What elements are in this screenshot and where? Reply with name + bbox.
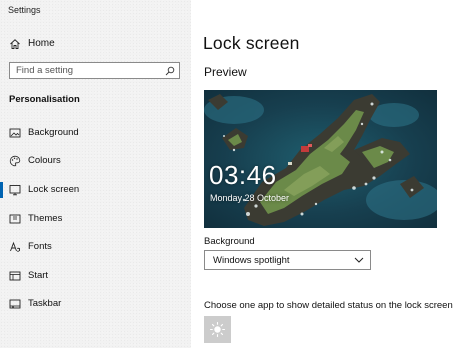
sidebar-item-label: Start: [28, 270, 49, 281]
background-dropdown[interactable]: Windows spotlight: [204, 250, 371, 270]
taskbar-icon: [9, 299, 21, 309]
brightness-icon: [209, 321, 226, 338]
search-input[interactable]: [16, 64, 161, 77]
sidebar-item-background[interactable]: Background: [0, 122, 191, 144]
sidebar-item-themes[interactable]: Themes: [0, 208, 191, 230]
detailed-status-label: Choose one app to show detailed status o…: [204, 300, 453, 311]
sidebar-item-home[interactable]: Home: [0, 34, 191, 54]
selected-indicator: [0, 182, 3, 198]
sidebar-item-colours[interactable]: Colours: [0, 150, 191, 172]
search-box[interactable]: [9, 62, 180, 79]
home-icon: [10, 39, 20, 49]
start-icon: [9, 271, 21, 281]
brush-icon: [9, 214, 21, 224]
background-label: Background: [204, 236, 255, 247]
lock-screen-icon: [9, 185, 21, 196]
search-icon[interactable]: [165, 66, 175, 76]
chevron-down-icon: [354, 257, 364, 263]
sidebar-item-label: Background: [28, 127, 79, 138]
sidebar-item-label: Fonts: [28, 241, 52, 252]
sidebar-item-label: Colours: [28, 155, 61, 166]
sidebar-item-taskbar[interactable]: Taskbar: [0, 293, 191, 315]
sidebar-item-lock-screen[interactable]: Lock screen: [0, 179, 191, 201]
page-title: Lock screen: [203, 33, 300, 53]
preview-label: Preview: [204, 65, 247, 79]
font-icon: [10, 241, 20, 252]
section-heading: Personalisation: [9, 94, 80, 105]
sidebar-item-label: Lock screen: [28, 184, 80, 195]
lock-clock: 03:46: [209, 160, 277, 190]
lock-date: Monday 28 October: [210, 193, 290, 203]
lock-screen-preview: 03:46 Monday 28 October: [204, 90, 437, 228]
background-dropdown-value: Windows spotlight: [213, 255, 290, 266]
picture-icon: [9, 128, 21, 138]
palette-icon: [9, 155, 21, 167]
sidebar-item-label: Taskbar: [28, 298, 62, 309]
window-title: Settings: [8, 5, 41, 15]
detailed-status-app-button[interactable]: [204, 316, 231, 343]
sidebar: Settings Home Personalisation Background…: [0, 0, 191, 348]
preview-image: [204, 90, 437, 228]
sidebar-item-start[interactable]: Start: [0, 265, 191, 287]
sidebar-item-fonts[interactable]: Fonts: [0, 236, 191, 258]
sidebar-item-label: Home: [28, 38, 55, 49]
sidebar-item-label: Themes: [28, 213, 63, 224]
